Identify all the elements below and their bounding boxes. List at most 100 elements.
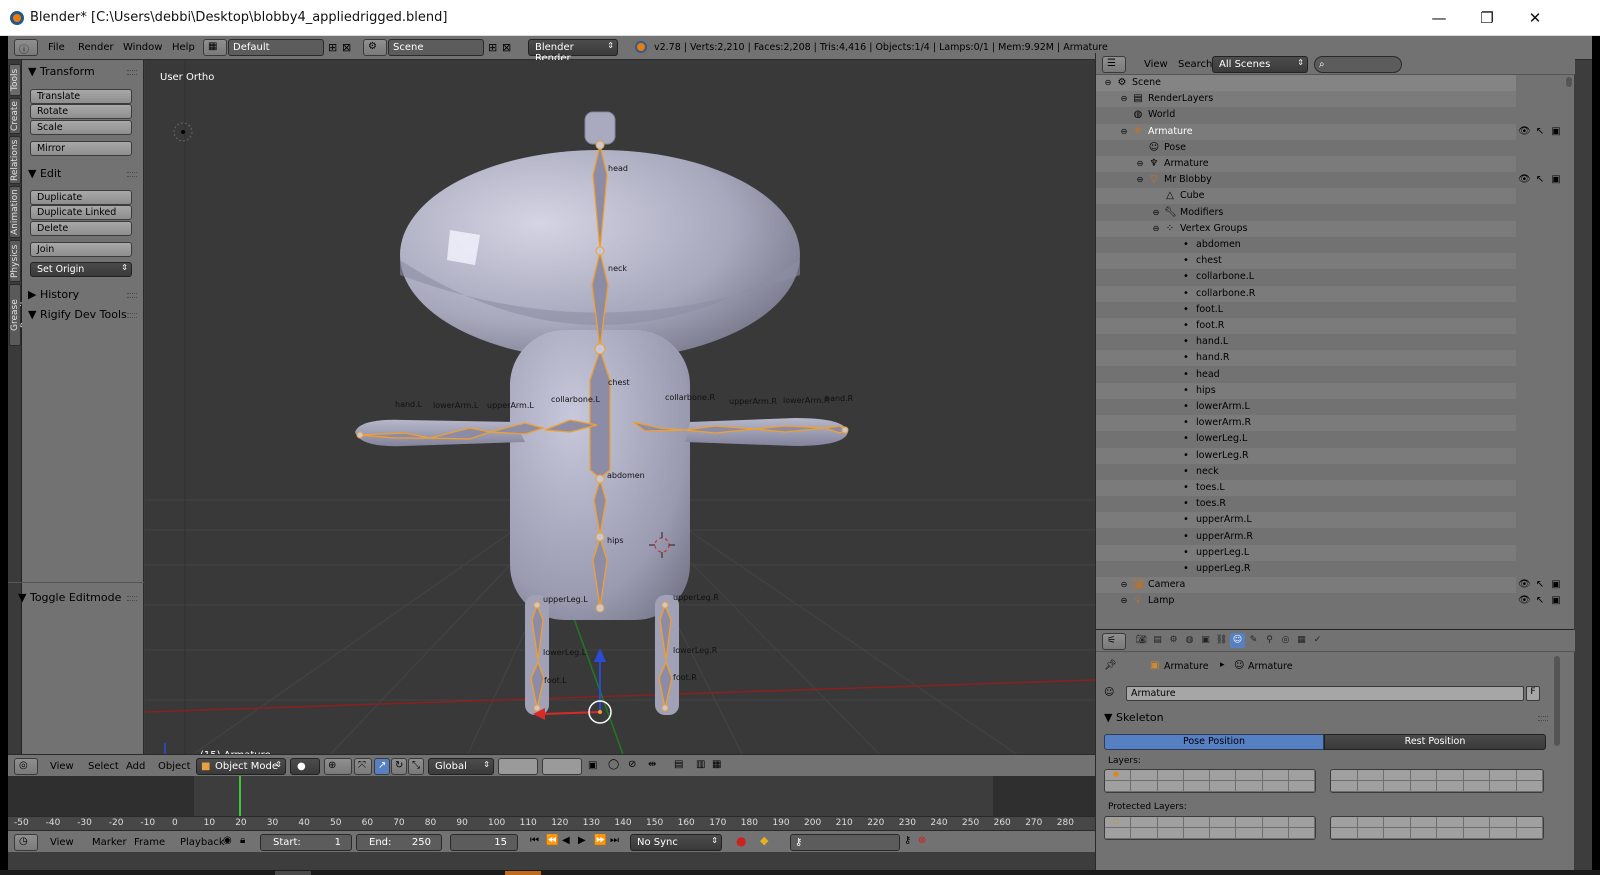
protected-layers-grid-right[interactable] [1330, 816, 1544, 840]
outliner-row[interactable]: △ Cube [1096, 188, 1516, 205]
delete-keyframe-icon[interactable]: ⊗ [918, 835, 926, 846]
taskbar-item-active[interactable] [505, 871, 541, 875]
expand-toggle-icon[interactable]: ⊖ [1118, 579, 1130, 591]
jump-end-icon[interactable]: ⏭ [610, 835, 619, 846]
expand-toggle-icon[interactable]: ⊖ [1118, 595, 1130, 607]
outliner-row[interactable]: ⊖ 📷︎ Camera 👁︎ ↖ ▣ [1096, 577, 1561, 594]
taskbar-item[interactable] [275, 871, 311, 875]
menu-render[interactable]: Render [78, 42, 114, 53]
outliner-row[interactable]: • foot.R [1096, 318, 1516, 334]
render-preview-icon[interactable]: ▤ [674, 759, 683, 770]
orientation-dropdown[interactable]: Global ⇕ [428, 758, 494, 775]
visibility-eye-icon[interactable]: 👁︎ [1518, 174, 1531, 186]
menu-playback[interactable]: Playback [180, 837, 225, 848]
jump-keyframe-back-icon[interactable]: ⏪ [546, 835, 558, 846]
preview-range-icon[interactable]: ◉ [223, 835, 232, 846]
lock-icon[interactable]: 🔒︎ [240, 835, 245, 846]
rotate-button[interactable]: Rotate [30, 104, 132, 119]
outliner-row[interactable]: • abdomen [1096, 237, 1516, 253]
tab-animation[interactable]: Animation [9, 186, 21, 238]
texture-tab-icon[interactable]: ▦ [1294, 633, 1309, 648]
sync-dropdown[interactable]: No Sync ⇕ [630, 834, 722, 851]
outliner-row[interactable]: • upperLeg.R [1096, 561, 1516, 577]
outliner-row[interactable]: • chest [1096, 253, 1516, 270]
layer-lock-icon[interactable]: ▣ [588, 760, 597, 771]
properties-scrollbar[interactable] [1554, 656, 1560, 746]
3d-viewport[interactable]: User Ortho (15) Armature head neck chest… [145, 60, 1095, 760]
render-engine-dropdown[interactable]: Blender Render ⇕ [528, 39, 618, 64]
edit-panel-header[interactable]: ▼ Edit [28, 167, 61, 180]
visibility-eye-icon[interactable]: 👁︎ [1518, 595, 1531, 607]
render-camera-icon[interactable]: ▣ [1550, 595, 1562, 607]
delete-button[interactable]: Delete [30, 221, 132, 236]
outliner-row[interactable]: • collarbone.R [1096, 285, 1516, 302]
outliner-row[interactable]: ⊖ ♆ Armature [1096, 156, 1516, 172]
selectable-cursor-icon[interactable]: ↖ [1534, 579, 1546, 591]
expand-toggle-icon[interactable]: ⊖ [1134, 174, 1146, 186]
editor-type-3d-button[interactable]: ◎ [14, 758, 38, 775]
render-camera-icon[interactable]: ▣ [1550, 126, 1562, 138]
layer-buttons-b[interactable] [542, 758, 582, 775]
insert-keyframe-icon[interactable]: ⚷ [904, 835, 911, 846]
timeline-ruler[interactable]: -50 -40 -30 -20 -10 0 10 20 30 40 50 60 70 80 90 100 110… [8, 816, 1095, 830]
bone-constraints-tab-icon[interactable]: ⚲ [1262, 633, 1277, 648]
remove-screen-icon[interactable]: ⊠ [342, 41, 351, 54]
pose-position-button[interactable]: Pose Position [1104, 734, 1324, 750]
menu-view[interactable]: View [50, 761, 74, 772]
menu-select[interactable]: Select [88, 761, 119, 772]
outliner-row[interactable]: • foot.L [1096, 302, 1516, 318]
play-icon[interactable]: ▶ [578, 835, 586, 846]
keying-set-icon[interactable]: ◆ [760, 834, 768, 847]
scale-manipulator-button[interactable]: ⤡ [408, 758, 424, 775]
snap-element-icon[interactable]: ⇹ [648, 759, 656, 770]
menu-add[interactable]: Add [126, 761, 145, 772]
outliner-row[interactable]: • neck [1096, 464, 1516, 480]
render-camera-icon[interactable]: ▣ [1550, 579, 1562, 591]
jump-keyframe-forward-icon[interactable]: ⏩ [594, 835, 606, 846]
outliner-row[interactable]: ⊖ ♆ Armature 👁︎ ↖ ▣ [1096, 123, 1561, 140]
menu-file[interactable]: File [48, 42, 65, 53]
outliner-row[interactable]: ⊖ ⁘ Vertex Groups [1096, 220, 1516, 237]
scene-icon-button[interactable]: ⚙ [363, 39, 387, 56]
outliner-row[interactable]: • hand.L [1096, 334, 1516, 350]
layers-grid-right[interactable] [1330, 769, 1544, 793]
snap-icon[interactable]: ⊘ [628, 759, 636, 770]
add-scene-icon[interactable]: ⊞ [488, 41, 497, 54]
protected-layers-grid-left[interactable]: ○ [1104, 816, 1316, 840]
physics-tab-icon[interactable]: ◎ [1278, 633, 1293, 648]
transform-panel-header[interactable]: ▼ Transform [28, 65, 95, 78]
history-panel-header[interactable]: ▶ History [28, 288, 79, 301]
visibility-eye-icon[interactable]: 👁︎ [1518, 126, 1531, 138]
menu-view[interactable]: View [50, 837, 74, 848]
tab-create[interactable]: Create [9, 98, 21, 134]
outliner-row[interactable]: ◍ World [1096, 107, 1516, 123]
expand-toggle-icon[interactable]: ⊖ [1118, 93, 1130, 105]
panel-grip-icon[interactable] [127, 293, 137, 298]
menu-frame[interactable]: Frame [134, 837, 165, 848]
viewport-shading-dropdown[interactable]: ● [290, 758, 320, 775]
visibility-eye-icon[interactable]: 👁︎ [1518, 579, 1531, 591]
timeline-area[interactable]: -50 -40 -30 -20 -10 0 10 20 30 40 50 60 70 80 90 100 110… [8, 776, 1095, 836]
end-frame-field[interactable]: End: 250 [356, 834, 442, 851]
armature-datablock-icon[interactable]: ☺ [1104, 687, 1114, 698]
bone-tab-icon[interactable]: ✎ [1246, 633, 1261, 648]
translate-manipulator-button[interactable]: ↗ [374, 758, 390, 775]
layers-grid-left[interactable]: ● [1104, 769, 1316, 793]
panel-grip-icon[interactable] [1538, 716, 1548, 721]
editor-type-properties-button[interactable]: ⚟ [1102, 633, 1126, 650]
expand-toggle-icon[interactable]: ⊖ [1150, 223, 1162, 235]
remove-scene-icon[interactable]: ⊠ [502, 41, 511, 54]
selectable-cursor-icon[interactable]: ↖ [1534, 126, 1546, 138]
object-tab-icon[interactable]: ▣ [1198, 633, 1213, 648]
selectable-cursor-icon[interactable]: ↖ [1534, 174, 1546, 186]
outliner-search-input[interactable]: ⌕ [1314, 56, 1402, 73]
set-origin-dropdown[interactable]: Set Origin ⇕ [30, 262, 132, 277]
expand-toggle-icon[interactable]: ⊖ [1102, 77, 1114, 89]
outliner-row[interactable]: • upperLeg.L [1096, 544, 1516, 561]
close-window-button[interactable]: ✕ [1512, 6, 1558, 30]
expand-toggle-icon[interactable]: ⊖ [1150, 207, 1162, 219]
translate-button[interactable]: Translate [30, 89, 132, 104]
selectable-cursor-icon[interactable]: ↖ [1534, 595, 1546, 607]
pin-icon[interactable]: 📌︎ [1104, 660, 1117, 671]
outliner-row[interactable]: • collarbone.L [1096, 269, 1516, 285]
